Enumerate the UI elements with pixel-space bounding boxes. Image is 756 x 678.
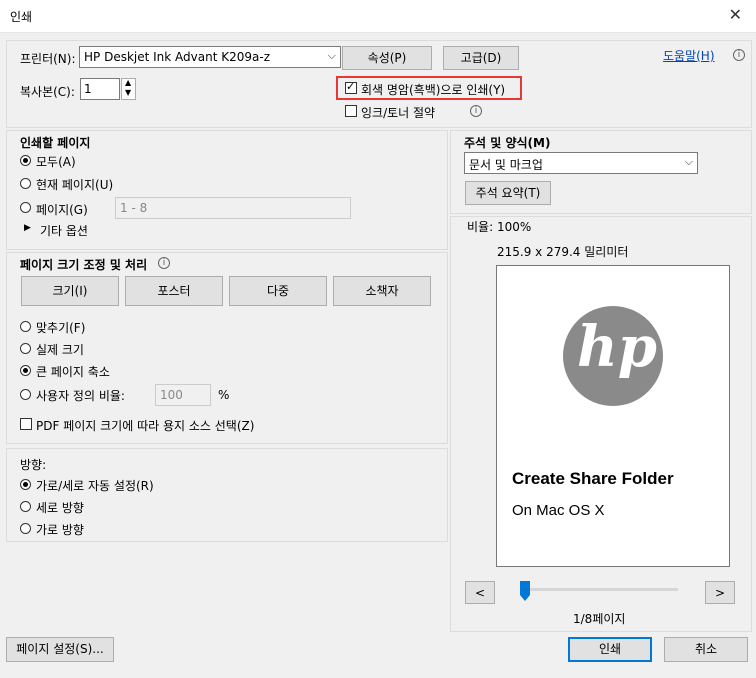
- ink-save-label: 잉크/토너 절약: [361, 106, 436, 120]
- orient-landscape-radio[interactable]: [20, 523, 31, 534]
- doc-title: Create Share Folder: [512, 469, 674, 488]
- orient-portrait-radio[interactable]: [20, 501, 31, 512]
- comments-heading: 주석 및 양식(M): [464, 136, 551, 150]
- pages-heading: 인쇄할 페이지: [20, 136, 91, 150]
- pages-all-radio[interactable]: [20, 155, 31, 166]
- chevron-down-icon: ⌵: [684, 155, 693, 168]
- grayscale-checkbox[interactable]: [345, 80, 357, 94]
- printer-select[interactable]: HP Deskjet Ink Advant K209a-z ⌵: [79, 46, 341, 68]
- custom-scale-input[interactable]: 100: [155, 384, 211, 406]
- page-slider-track[interactable]: [520, 588, 678, 591]
- copies-value: 1: [84, 82, 92, 96]
- tab-multiple[interactable]: 다중: [229, 276, 327, 306]
- shrink-radio[interactable]: [20, 365, 31, 376]
- pdf-source-checkbox[interactable]: [20, 418, 32, 430]
- chevron-down-icon: ⌵: [327, 49, 336, 62]
- printer-select-value: HP Deskjet Ink Advant K209a-z: [84, 50, 270, 64]
- title-bar: 인쇄 ✕: [0, 0, 756, 33]
- ink-save-checkbox[interactable]: [345, 105, 357, 117]
- grayscale-label: 회색 명암(흑백)으로 인쇄(Y): [361, 83, 506, 97]
- preview-page: hp Create Share Folder On Mac OS X: [496, 265, 730, 567]
- pages-range-label: 페이지(G): [36, 203, 88, 217]
- shrink-label: 큰 페이지 축소: [36, 365, 110, 379]
- copies-input[interactable]: 1: [80, 78, 120, 100]
- properties-button[interactable]: 속성(P): [342, 46, 432, 70]
- custom-scale-label: 사용자 정의 비율:: [36, 389, 125, 403]
- spin-down-icon[interactable]: ▼: [125, 88, 131, 97]
- orient-landscape-label: 가로 방향: [36, 523, 84, 537]
- ink-info-icon[interactable]: i: [470, 105, 482, 117]
- pages-all-label: 모두(A): [36, 155, 76, 169]
- tab-size[interactable]: 크기(I): [21, 276, 119, 306]
- custom-scale-value: 100: [160, 388, 183, 402]
- print-button[interactable]: 인쇄: [568, 637, 652, 662]
- tab-poster[interactable]: 포스터: [125, 276, 223, 306]
- pages-range-radio[interactable]: [20, 202, 31, 213]
- more-options-label[interactable]: 기타 옵션: [40, 222, 88, 239]
- next-page-button[interactable]: >: [705, 581, 735, 604]
- orient-auto-radio[interactable]: [20, 479, 31, 490]
- page-size-label: 215.9 x 279.4 밀리미터: [497, 245, 629, 259]
- page-setup-button[interactable]: 페이지 설정(S)...: [6, 637, 114, 662]
- close-icon[interactable]: ✕: [729, 5, 742, 24]
- summarize-comments-button[interactable]: 주석 요약(T): [465, 181, 551, 205]
- prev-page-button[interactable]: <: [465, 581, 495, 604]
- pages-current-radio[interactable]: [20, 178, 31, 189]
- page-indicator: 1/8페이지: [573, 612, 626, 626]
- pages-current-label: 현재 페이지(U): [36, 178, 114, 192]
- tab-booklet[interactable]: 소책자: [333, 276, 431, 306]
- hp-logo-icon: hp: [563, 306, 663, 406]
- pdf-source-label: PDF 페이지 크기에 따라 용지 소스 선택(Z): [36, 419, 255, 433]
- comments-select[interactable]: 문서 및 마크업 ⌵: [464, 152, 698, 174]
- copies-label: 복사본(C):: [20, 85, 75, 99]
- comments-select-value: 문서 및 마크업: [469, 158, 543, 172]
- printer-label: 프린터(N):: [20, 52, 76, 66]
- hp-logo-text: hp: [577, 314, 657, 380]
- copies-spinner[interactable]: ▲ ▼: [121, 78, 136, 100]
- triangle-right-icon[interactable]: ▶: [24, 223, 31, 233]
- page-sizing-heading: 페이지 크기 조정 및 처리: [20, 258, 148, 272]
- info-icon[interactable]: i: [733, 49, 745, 61]
- orientation-heading: 방향:: [20, 458, 47, 472]
- actual-size-radio[interactable]: [20, 343, 31, 354]
- scale-label: 비율: 100%: [467, 220, 532, 234]
- fit-label: 맞추기(F): [36, 321, 86, 335]
- orient-portrait-label: 세로 방향: [36, 501, 84, 515]
- orient-auto-label: 가로/세로 자동 설정(R): [36, 479, 154, 493]
- advanced-button[interactable]: 고급(D): [443, 46, 519, 70]
- doc-subtitle: On Mac OS X: [512, 502, 605, 519]
- help-link[interactable]: 도움말(H): [663, 47, 715, 64]
- fit-radio[interactable]: [20, 321, 31, 332]
- page-range-value: 1 - 8: [120, 201, 148, 215]
- percent-sign: %: [218, 388, 230, 402]
- custom-scale-radio[interactable]: [20, 389, 31, 400]
- spin-up-icon[interactable]: ▲: [125, 78, 131, 87]
- window-title: 인쇄: [10, 10, 33, 24]
- actual-size-label: 실제 크기: [36, 343, 84, 357]
- sizing-info-icon[interactable]: i: [158, 257, 170, 269]
- page-range-input[interactable]: 1 - 8: [115, 197, 351, 219]
- cancel-button[interactable]: 취소: [664, 637, 748, 662]
